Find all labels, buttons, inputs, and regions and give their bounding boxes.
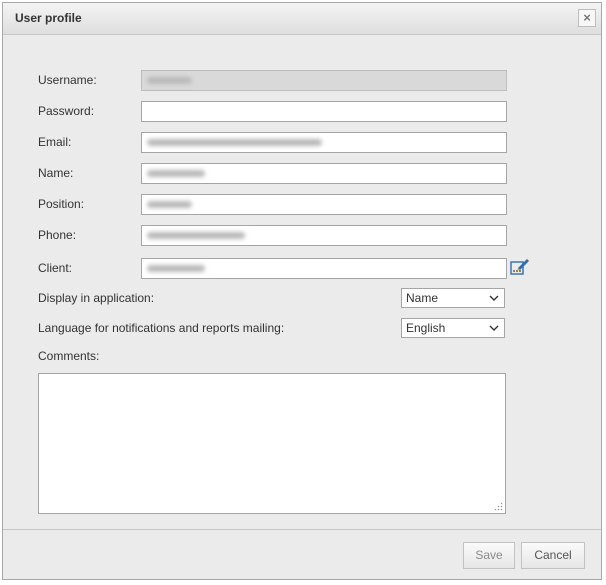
display-in-application-value: Name [406, 291, 439, 305]
resize-grip-icon[interactable] [494, 502, 503, 511]
username-field [141, 70, 507, 91]
client-field[interactable] [141, 258, 507, 279]
dialog-footer: Save Cancel [3, 529, 601, 579]
username-label: Username: [38, 73, 97, 87]
comments-textarea[interactable] [38, 373, 506, 514]
position-label: Position: [38, 197, 85, 211]
cancel-button[interactable]: Cancel [521, 542, 585, 569]
comments-label: Comments: [38, 349, 100, 363]
client-label: Client: [38, 261, 73, 275]
position-field[interactable] [141, 194, 507, 215]
close-icon[interactable]: × [578, 9, 596, 27]
name-value-redacted [147, 170, 205, 177]
language-value: English [406, 321, 446, 335]
position-value-redacted [147, 201, 192, 208]
chevron-down-icon [489, 295, 499, 301]
email-label: Email: [38, 135, 72, 149]
dialog-titlebar: User profile × [3, 3, 601, 35]
language-select[interactable]: English [401, 318, 505, 338]
password-label: Password: [38, 104, 95, 118]
display-in-application-select[interactable]: Name [401, 288, 505, 308]
phone-value-redacted [147, 232, 245, 239]
chevron-down-icon [489, 325, 499, 331]
username-value-redacted [147, 77, 192, 84]
save-button[interactable]: Save [463, 542, 515, 569]
dialog-title: User profile [15, 11, 82, 25]
language-label: Language for notifications and reports m… [38, 321, 285, 335]
phone-label: Phone: [38, 228, 77, 242]
email-field[interactable] [141, 132, 507, 153]
name-field[interactable] [141, 163, 507, 184]
password-field[interactable] [141, 101, 507, 122]
phone-field[interactable] [141, 225, 507, 246]
user-profile-dialog: User profile × Username: Password: Email… [2, 2, 602, 580]
email-value-redacted [147, 139, 322, 146]
name-label: Name: [38, 166, 74, 180]
display-in-application-label: Display in application: [38, 291, 155, 305]
edit-pencil-icon[interactable] [510, 258, 530, 276]
client-value-redacted [147, 265, 205, 272]
